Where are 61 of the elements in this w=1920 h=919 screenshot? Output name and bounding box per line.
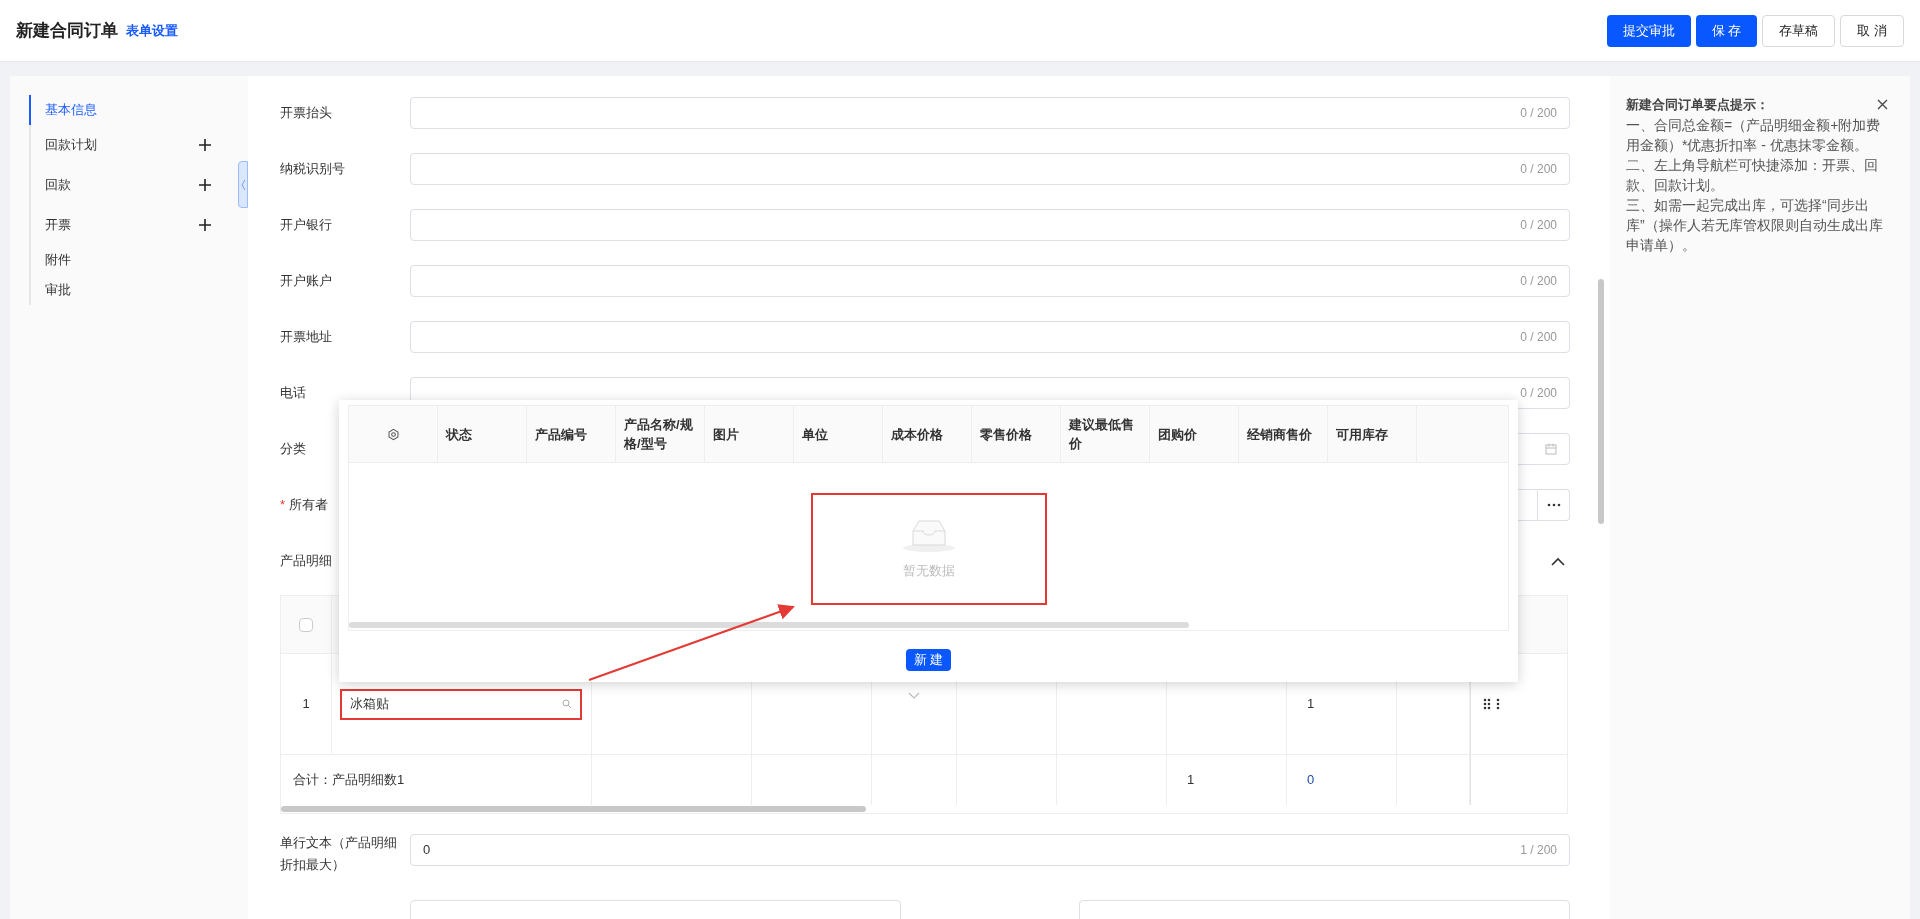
table-cell-text: 1 <box>1307 695 1315 714</box>
action-button[interactable]: 存草稿 <box>1762 14 1836 47</box>
text-field[interactable]: 0 1 / 200 <box>410 834 1570 866</box>
char-counter: 0 / 200 <box>1520 273 1557 290</box>
count-link[interactable]: 0 <box>1307 770 1315 790</box>
section-title: 产品明细 <box>280 552 332 571</box>
column-header: 图片 <box>713 425 739 444</box>
text-field[interactable]: 0 / 200 <box>410 209 1570 241</box>
row-number: 1 <box>302 695 310 714</box>
total-label: 合计：产品明细数1 <box>293 771 405 790</box>
product-value: 冰箱贴 <box>350 695 389 714</box>
nav-item[interactable]: 开票 <box>31 215 71 235</box>
char-counter: 0 / 200 <box>1520 105 1557 122</box>
nav-item[interactable]: 审批 <box>31 280 71 300</box>
action-button[interactable]: 保 存 <box>1695 14 1758 47</box>
product-search-field[interactable]: 冰箱贴 <box>340 688 582 720</box>
page-title: 新建合同订单 <box>16 19 118 42</box>
field-label: 开户银行 <box>280 216 332 235</box>
column-header: 可用库存 <box>1336 425 1388 444</box>
column-header: 单位 <box>802 425 828 444</box>
column-header: 团购价 <box>1158 425 1197 444</box>
nav-item[interactable]: 回款计划 <box>31 135 97 155</box>
column-header: 成本价格 <box>891 425 943 444</box>
field-value: 0 <box>423 841 431 860</box>
column-header: 产品名称/规格/型号 <box>624 416 694 453</box>
field-label: 电话 <box>280 384 306 403</box>
field-label: 开票抬头 <box>280 104 332 123</box>
hint-text: 二、左上角导航栏可快捷添加：开票、回款、回款计划。 <box>1626 155 1879 195</box>
nav-item[interactable]: 回款 <box>31 175 71 195</box>
field-label: 分类 <box>280 440 306 459</box>
text-field[interactable]: 0 / 200 <box>410 97 1570 129</box>
char-counter: 0 / 200 <box>1520 329 1557 346</box>
text-field[interactable]: 0 / 200 <box>410 153 1570 185</box>
form-settings-link[interactable]: 表单设置 <box>126 20 178 41</box>
text-field[interactable]: 0 / 200 <box>410 321 1570 353</box>
column-header: 建议最低售价 <box>1069 416 1135 453</box>
action-button[interactable]: 提交审批 <box>1606 14 1691 47</box>
char-counter: 1 / 200 <box>1520 842 1557 859</box>
field-label: 纳税识别号 <box>280 160 345 179</box>
column-header: 零售价格 <box>980 425 1032 444</box>
column-header: 产品编号 <box>535 425 587 444</box>
text-field[interactable]: 0 / 200 <box>410 265 1570 297</box>
field-label: 单行文本（产品明细折扣最大） <box>280 834 398 874</box>
required-mark: * <box>280 496 286 515</box>
char-counter: 0 / 200 <box>1520 385 1557 402</box>
new-button[interactable]: 新 建 <box>905 649 952 671</box>
char-counter: 0 / 200 <box>1520 161 1557 178</box>
nav-item[interactable]: 附件 <box>31 250 71 270</box>
hint-title: 新建合同订单要点提示： <box>1626 96 1769 114</box>
hint-text: 三、如需一起完成出库，可选择“同步出库”（操作人若无库管权限则自动生成出库申请单）。 <box>1626 195 1884 255</box>
field-label: 所有者 <box>289 496 329 515</box>
field-label: 开户账户 <box>280 272 332 291</box>
column-header: 经销商售价 <box>1247 425 1312 444</box>
field-label: 开票地址 <box>280 328 332 347</box>
nav-item[interactable]: 基本信息 <box>31 100 97 120</box>
action-button[interactable]: 取 消 <box>1840 14 1904 47</box>
empty-text: 暂无数据 <box>902 562 955 581</box>
column-header: 状态 <box>446 425 472 444</box>
char-counter: 0 / 200 <box>1520 217 1557 234</box>
table-cell-text: 1 <box>1187 771 1195 790</box>
hint-text: 一、合同总金额=（产品明细金额+附加费用金额）*优惠折扣率 - 优惠抹零金额。 <box>1626 115 1882 155</box>
